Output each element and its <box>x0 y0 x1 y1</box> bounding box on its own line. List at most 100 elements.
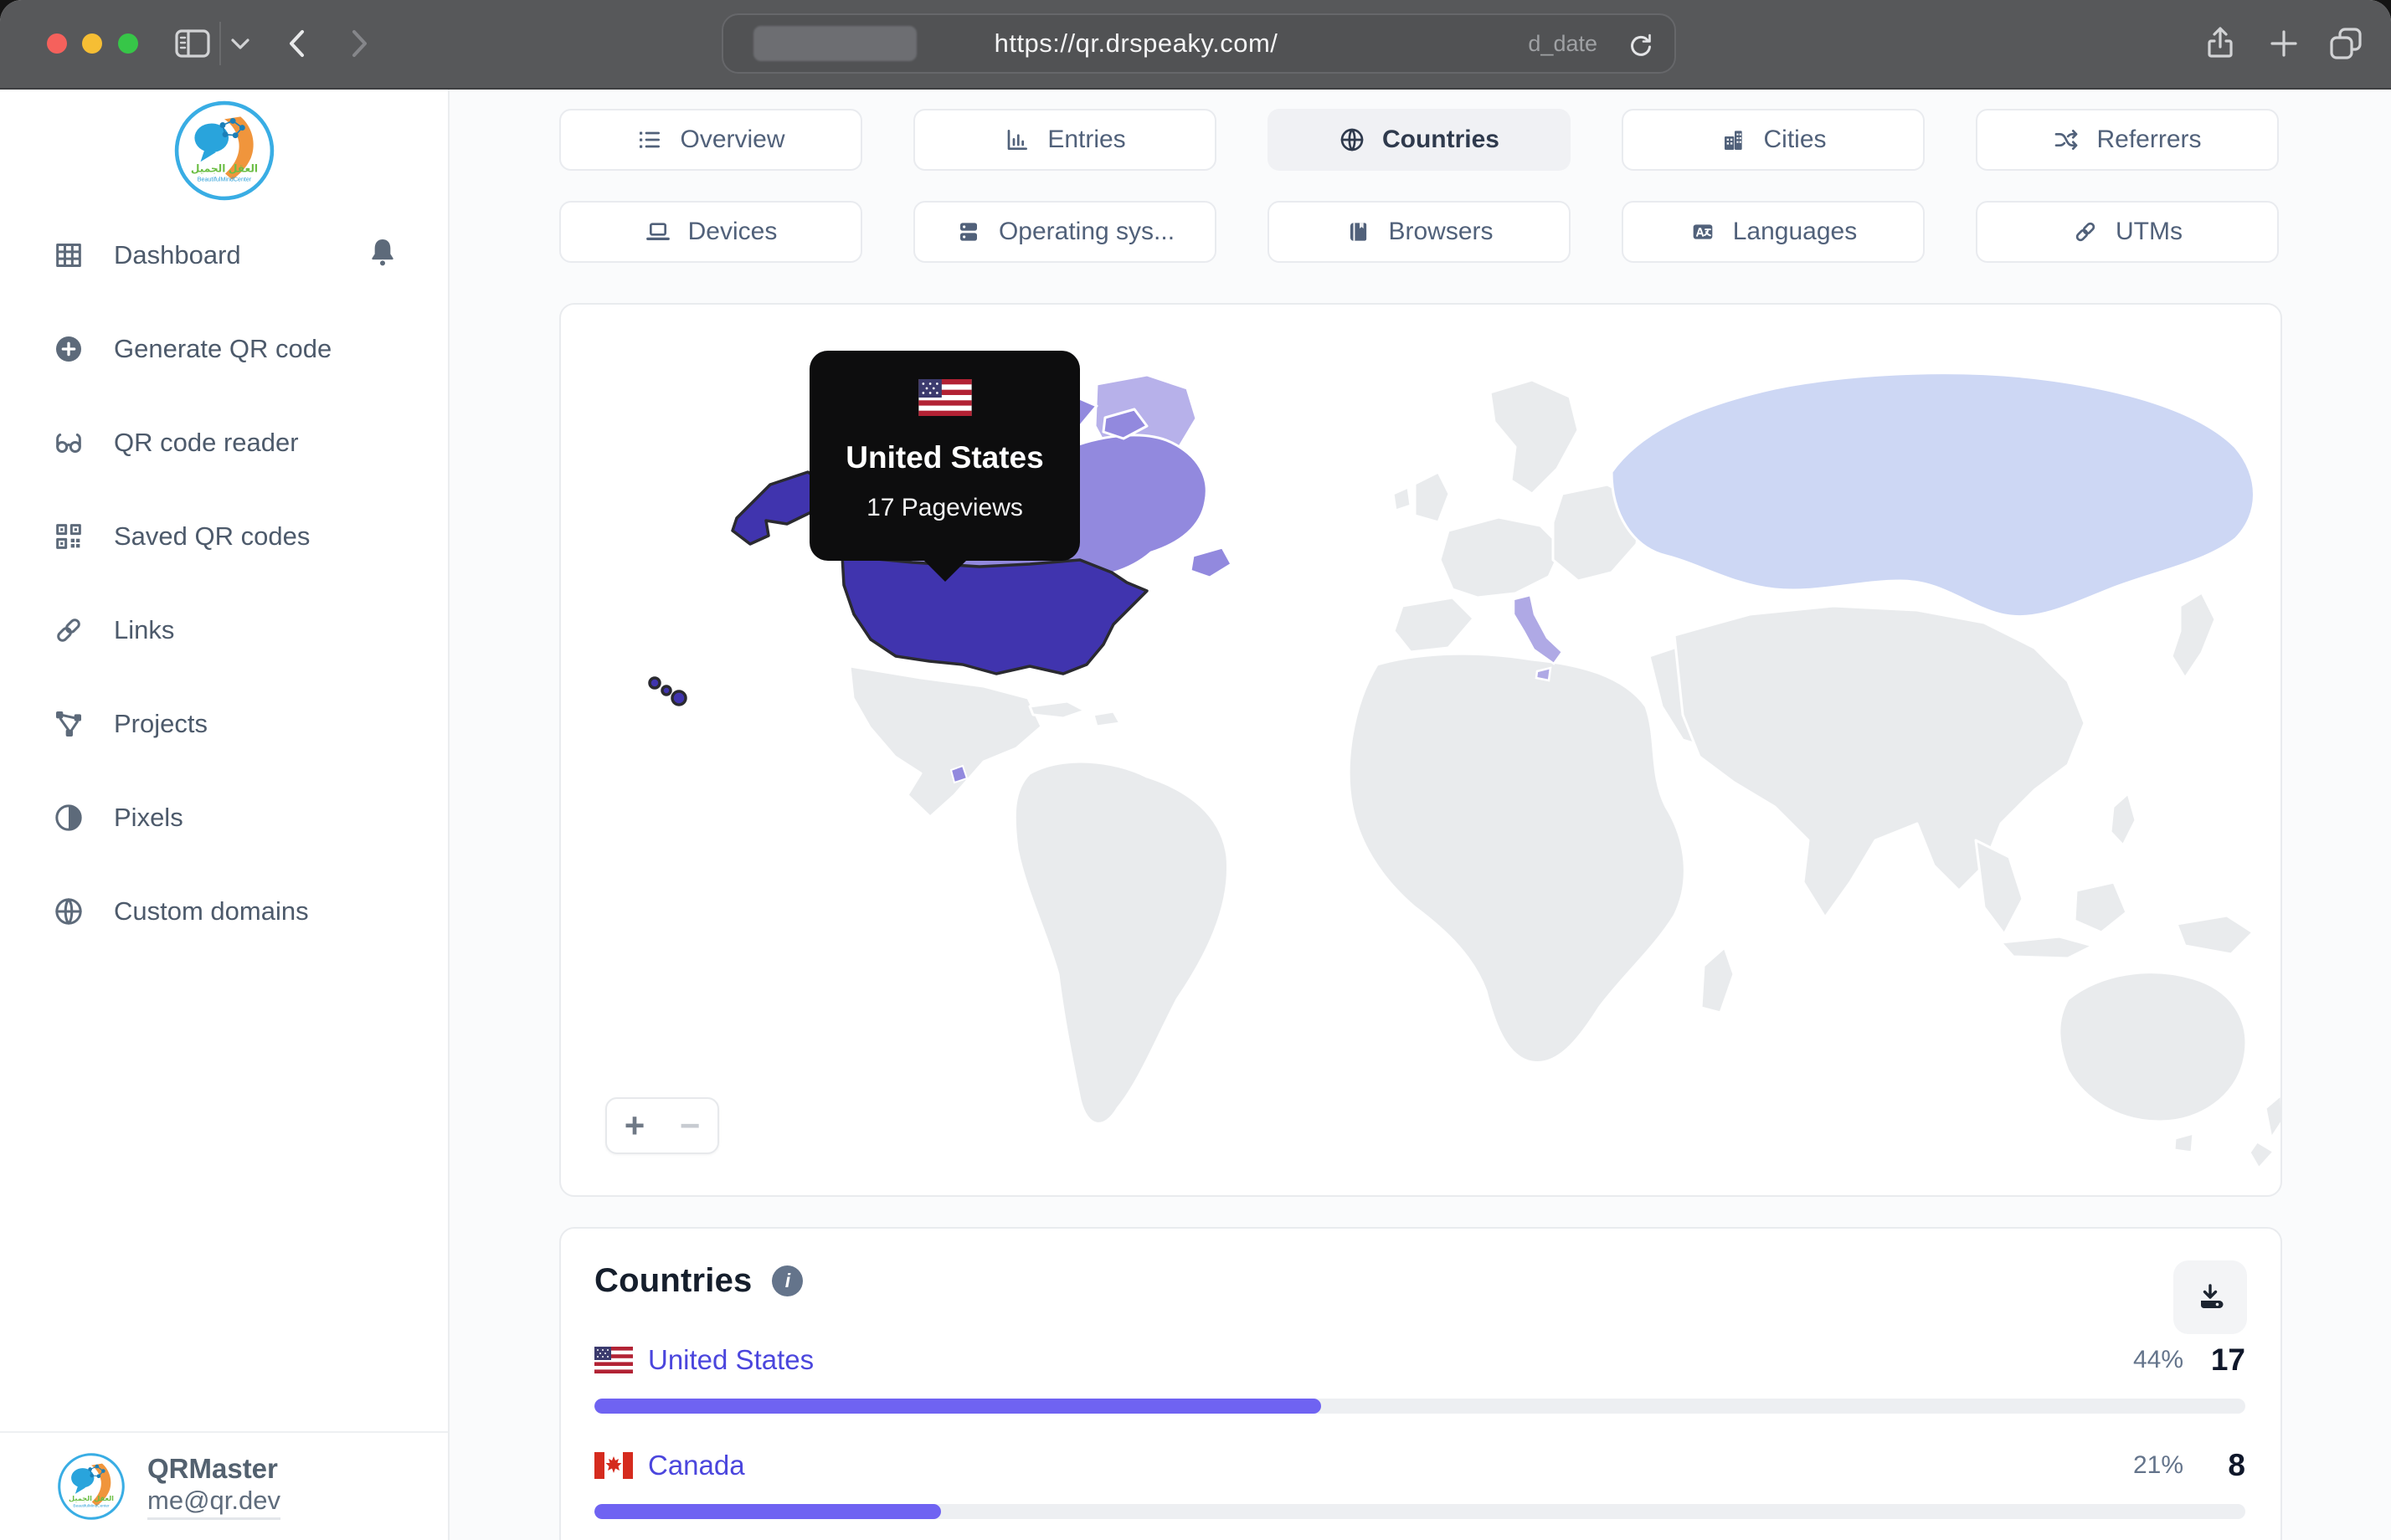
user-account[interactable]: QRMaster me@qr.dev <box>0 1431 448 1540</box>
tab-operating-systems[interactable]: Operating sys... <box>913 201 1216 263</box>
download-icon <box>2201 1284 2224 1308</box>
zoom-out-button[interactable]: − <box>680 1108 701 1143</box>
country-row-canada: Canada 21% 8 <box>594 1444 2245 1519</box>
bell-icon <box>372 239 393 266</box>
countries-title: Countries <box>594 1262 753 1299</box>
sidebar-item-label: QR code reader <box>114 428 299 457</box>
url-badge: d_date <box>1528 31 1597 56</box>
browser-chrome: https://qr.drspeaky.com/ d_date <box>0 0 2391 90</box>
sidebar-item-label: Saved QR codes <box>114 521 311 551</box>
share-icon[interactable] <box>2200 23 2240 64</box>
sidebar-item-pixels[interactable]: Pixels <box>0 771 448 865</box>
user-name: QRMaster <box>147 1453 278 1485</box>
tab-languages[interactable]: Languages <box>1622 201 1925 263</box>
tab-label: Languages <box>1732 218 1858 245</box>
tab-referrers[interactable]: Referrers <box>1976 109 2279 171</box>
traffic-zoom-button[interactable] <box>118 33 138 54</box>
tab-label: Devices <box>687 218 778 245</box>
tab-label: Countries <box>1381 126 1499 153</box>
globe-icon <box>1340 128 1364 151</box>
network-nodes-icon <box>56 711 81 737</box>
tab-cities[interactable]: Cities <box>1622 109 1925 171</box>
traffic-close-button[interactable] <box>47 33 67 54</box>
sidebar-item-links[interactable]: Links <box>0 583 448 677</box>
sidebar-item-label: Links <box>114 615 175 644</box>
browser-window: https://qr.drspeaky.com/ d_date Dashboar… <box>0 0 2391 1540</box>
laptop-icon <box>645 223 670 240</box>
sidebar-item-label: Dashboard <box>114 240 241 270</box>
map-country-russia[interactable] <box>1610 372 2255 619</box>
shuffle-icon <box>2055 130 2078 150</box>
country-row-united-states: United States 44% 17 <box>594 1338 2245 1414</box>
url-bar[interactable]: https://qr.drspeaky.com/ d_date <box>722 13 1676 74</box>
map-tooltip: United States 17 Pageviews <box>810 351 1080 582</box>
tooltip-country: United States <box>846 440 1044 475</box>
progress-track <box>594 1504 2245 1519</box>
sidebar-item-saved-qr[interactable]: Saved QR codes <box>0 490 448 583</box>
tab-overview-icon[interactable] <box>2326 23 2366 64</box>
main-content: Overview Entries Countries Cities Referr… <box>450 90 2391 1540</box>
notifications-bell[interactable] <box>366 235 399 275</box>
tab-overview[interactable]: Overview <box>559 109 862 171</box>
new-tab-icon[interactable] <box>2264 23 2304 64</box>
tab-label: Overview <box>680 126 785 153</box>
forward-button-icon <box>352 30 367 57</box>
sidebar-item-qr-reader[interactable]: QR code reader <box>0 396 448 490</box>
glasses-icon <box>56 434 81 453</box>
qr-code-icon <box>56 524 81 549</box>
link-icon <box>57 619 80 642</box>
url-text[interactable]: https://qr.drspeaky.com/ <box>723 15 1549 72</box>
ca-flag-icon <box>594 1452 633 1479</box>
tab-label: Browsers <box>1388 218 1494 245</box>
reload-icon[interactable] <box>1624 28 1656 60</box>
sidebar-item-label: Custom domains <box>114 896 309 926</box>
progress-fill <box>594 1399 1321 1414</box>
sidebar-toggle-icon[interactable] <box>172 23 213 64</box>
download-button[interactable] <box>2173 1260 2247 1334</box>
info-icon[interactable]: i <box>772 1265 804 1296</box>
chevron-down-icon[interactable] <box>226 32 255 57</box>
user-email: me@qr.dev <box>147 1485 280 1520</box>
brand-logo <box>0 90 448 202</box>
tab-label: UTMs <box>2116 218 2183 245</box>
tab-browsers[interactable]: Browsers <box>1267 201 1571 263</box>
country-count: 8 <box>2228 1448 2245 1482</box>
bar-chart-icon <box>1007 130 1028 150</box>
zoom-in-button[interactable]: + <box>625 1108 645 1143</box>
dashboard-grid-icon <box>56 244 81 267</box>
avatar <box>57 1452 126 1521</box>
country-percent: 44% <box>2132 1346 2183 1373</box>
building-icon <box>1725 131 1743 150</box>
sidebar-item-dashboard[interactable]: Dashboard <box>0 208 448 302</box>
countries-panel: Countries i United States 44% 17 Canada … <box>559 1227 2282 1540</box>
tab-label: Entries <box>1047 126 1126 153</box>
us-flag-icon <box>594 1347 633 1373</box>
sidebar-item-projects[interactable]: Projects <box>0 677 448 771</box>
tab-devices[interactable]: Devices <box>559 201 862 263</box>
tab-countries[interactable]: Countries <box>1267 109 1571 171</box>
globe-icon <box>55 898 82 925</box>
sidebar-item-custom-domains[interactable]: Custom domains <box>0 865 448 958</box>
tab-utms[interactable]: UTMs <box>1976 201 2279 263</box>
link-icon <box>2075 222 2095 242</box>
browser-book-icon <box>1350 223 1367 241</box>
sidebar-nav: Dashboard Generate QR code QR code reade… <box>0 208 448 958</box>
tab-entries[interactable]: Entries <box>913 109 1216 171</box>
progress-fill <box>594 1504 942 1519</box>
sidebar-item-label: Generate QR code <box>114 334 332 363</box>
country-count: 17 <box>2210 1342 2245 1377</box>
tooltip-pageviews: 17 Pageviews <box>866 494 1023 521</box>
translate-icon <box>1693 224 1713 239</box>
back-button-icon[interactable] <box>278 23 318 64</box>
sidebar-item-generate-qr[interactable]: Generate QR code <box>0 302 448 396</box>
server-stack-icon <box>959 223 977 241</box>
sidebar: Dashboard Generate QR code QR code reade… <box>0 90 450 1540</box>
world-map-card: United States 17 Pageviews + − <box>559 303 2282 1197</box>
us-flag-icon <box>918 379 972 416</box>
list-icon <box>640 131 661 148</box>
tab-label: Operating sys... <box>998 218 1175 245</box>
traffic-minimize-button[interactable] <box>82 33 102 54</box>
plus-circle-icon <box>56 336 81 362</box>
country-link[interactable]: United States <box>648 1344 814 1376</box>
country-link[interactable]: Canada <box>648 1450 745 1481</box>
